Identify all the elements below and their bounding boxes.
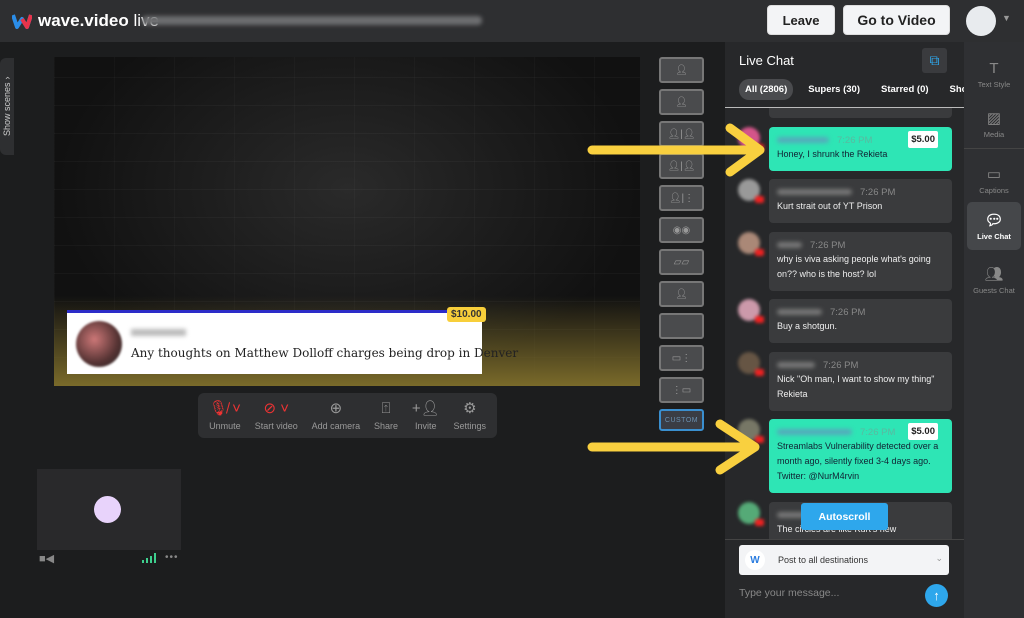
- video-off-icon: ⊘ ˅: [263, 400, 290, 417]
- share-button[interactable]: ⍐ Share: [374, 400, 398, 431]
- tab-shown[interactable]: Shown: [944, 79, 964, 100]
- leave-button[interactable]: Leave: [767, 5, 835, 35]
- tool-media[interactable]: ▨ Media: [967, 100, 1021, 148]
- stream-title-blurred: [142, 16, 482, 25]
- message-input[interactable]: [739, 587, 914, 599]
- commenter-avatar: [76, 321, 122, 367]
- layout-two-circles[interactable]: ◉◉: [659, 217, 704, 243]
- user-avatar[interactable]: [966, 6, 996, 36]
- chat-message: 7:26 PM Nick "Oh man, I want to show my t…: [769, 352, 952, 411]
- image-icon: ▨: [986, 110, 1002, 127]
- chat-message-partial: [769, 108, 952, 118]
- tip-badge: $5.00: [908, 131, 938, 148]
- more-options-icon[interactable]: •••: [165, 552, 179, 563]
- tab-starred[interactable]: Starred (0): [875, 79, 935, 100]
- participant-avatar: [94, 496, 121, 523]
- go-to-video-button[interactable]: Go to Video: [843, 5, 950, 35]
- start-video-label: Start video: [254, 421, 298, 431]
- settings-button[interactable]: ⚙ Settings: [454, 400, 487, 431]
- invite-button[interactable]: +👤︎ Invite: [412, 400, 440, 431]
- tool-captions[interactable]: ▭ Captions: [967, 156, 1021, 204]
- show-scenes-label: Show scenes: [2, 82, 12, 137]
- camera-icon: ■◀: [39, 553, 55, 565]
- layout-two-split[interactable]: 👤︎|👤︎: [659, 153, 704, 179]
- add-camera-button[interactable]: ⊕ Add camera: [312, 400, 361, 431]
- chat-message: 7:26 PM Streamlabs Vulnerability detected…: [769, 419, 952, 493]
- destination-select[interactable]: W Post to all destinations ⌄: [739, 545, 949, 575]
- comment-text: Any thoughts on Matthew Dolloff charges …: [131, 346, 519, 360]
- popout-icon[interactable]: ⧉: [922, 48, 947, 73]
- commenter-name-blurred: [131, 329, 186, 336]
- tip-badge: $5.00: [908, 423, 938, 440]
- layout-picker: 👤︎ 👤︎ 👤︎|👤︎ 👤︎|👤︎ 👤︎|⋮ ◉◉ ▱▱ 👤︎ ▭⋮ ⋮▭ CU…: [659, 57, 704, 437]
- chat-message: 7:26 PM Buy a shotgun.: [769, 299, 952, 343]
- logo[interactable]: wave.video live: [12, 11, 159, 31]
- share-label: Share: [374, 421, 399, 431]
- stage-controls: 🎙︎̸ ˅ Unmute ⊘ ˅ Start video ⊕ Add camera ⍐…: [198, 393, 497, 438]
- layout-custom[interactable]: CUSTOM: [659, 409, 704, 431]
- invite-label: Invite: [415, 421, 437, 431]
- featured-comment: Any thoughts on Matthew Dolloff charges …: [67, 310, 518, 374]
- chevron-down-icon[interactable]: ▼: [1002, 13, 1011, 23]
- signal-strength-icon: [142, 553, 156, 563]
- layout-presenter[interactable]: 👤︎: [659, 281, 704, 307]
- settings-label: Settings: [453, 421, 487, 431]
- chat-message: 7:26 PM why is viva asking people what's …: [769, 232, 952, 291]
- layout-single[interactable]: 👤︎: [659, 57, 704, 83]
- layout-two-slanted[interactable]: ▱▱: [659, 249, 704, 275]
- unmute-label: Unmute: [209, 421, 241, 431]
- destination-label: Post to all destinations: [778, 555, 869, 565]
- right-toolbar: T Text Style ▨ Media ▭ Captions 💬︎ Live Chat…: [964, 42, 1024, 618]
- mic-off-icon: 🎙︎̸ ˅: [208, 400, 241, 417]
- wave-logo-icon: [12, 14, 32, 29]
- tip-badge: $10.00: [447, 307, 486, 322]
- chevron-down-icon: ⌄: [935, 553, 943, 563]
- live-chat-panel: Live Chat ⧉ All (2806) Supers (30) Starr…: [725, 42, 964, 618]
- tool-live-chat[interactable]: 💬︎ Live Chat: [967, 202, 1021, 250]
- add-user-icon: +👤︎: [411, 400, 440, 417]
- unmute-button[interactable]: 🎙︎̸ ˅ Unmute: [209, 400, 241, 431]
- chat-message: 7:26 PM Kurt strait out of YT Prison: [769, 179, 952, 223]
- autoscroll-button[interactable]: Autoscroll: [801, 503, 888, 530]
- tool-guests-chat[interactable]: 👥︎ Guests Chat: [967, 256, 1021, 304]
- self-view-tile[interactable]: [37, 469, 181, 550]
- layout-two-top[interactable]: 👤︎|👤︎: [659, 121, 704, 147]
- layout-one-plus-two[interactable]: 👤︎|⋮: [659, 185, 704, 211]
- send-button[interactable]: ↑: [925, 584, 948, 607]
- layout-screen[interactable]: [659, 313, 704, 339]
- chat-message: 7:26 PM Honey, I shrunk the Rekieta $5.00: [769, 127, 952, 171]
- start-video-button[interactable]: ⊘ ˅ Start video: [255, 400, 298, 431]
- layout-screen-corner[interactable]: ⋮▭: [659, 377, 704, 403]
- chat-filter-tabs: All (2806) Supers (30) Starred (0) Shown: [739, 79, 964, 100]
- top-bar: wave.video live Leave Go to Video ▼: [0, 0, 1024, 42]
- show-scenes-tab[interactable]: Show scenes ›: [0, 58, 14, 155]
- layout-screen-side[interactable]: ▭⋮: [659, 345, 704, 371]
- chat-icon: 💬︎: [984, 212, 1004, 229]
- tab-supers[interactable]: Supers (30): [802, 79, 866, 100]
- gear-icon: ⚙: [463, 400, 477, 417]
- guests-icon: 👥︎: [984, 266, 1004, 283]
- share-screen-icon: ⍐: [381, 400, 391, 417]
- chat-title: Live Chat: [739, 53, 794, 68]
- text-icon: T: [989, 59, 999, 77]
- chat-messages[interactable]: 7:26 PM Honey, I shrunk the Rekieta $5.00 …: [725, 108, 964, 540]
- tab-all[interactable]: All (2806): [739, 79, 794, 100]
- layout-single-framed[interactable]: 👤︎: [659, 89, 704, 115]
- tool-text-style[interactable]: T Text Style: [967, 50, 1021, 98]
- add-camera-label: Add camera: [311, 421, 361, 431]
- captions-icon: ▭: [986, 166, 1002, 183]
- arrow-up-icon: ↑: [933, 588, 940, 603]
- logo-text: wave.video: [38, 11, 129, 30]
- wave-logo-icon: W: [745, 550, 765, 570]
- plus-circle-icon: ⊕: [329, 400, 343, 417]
